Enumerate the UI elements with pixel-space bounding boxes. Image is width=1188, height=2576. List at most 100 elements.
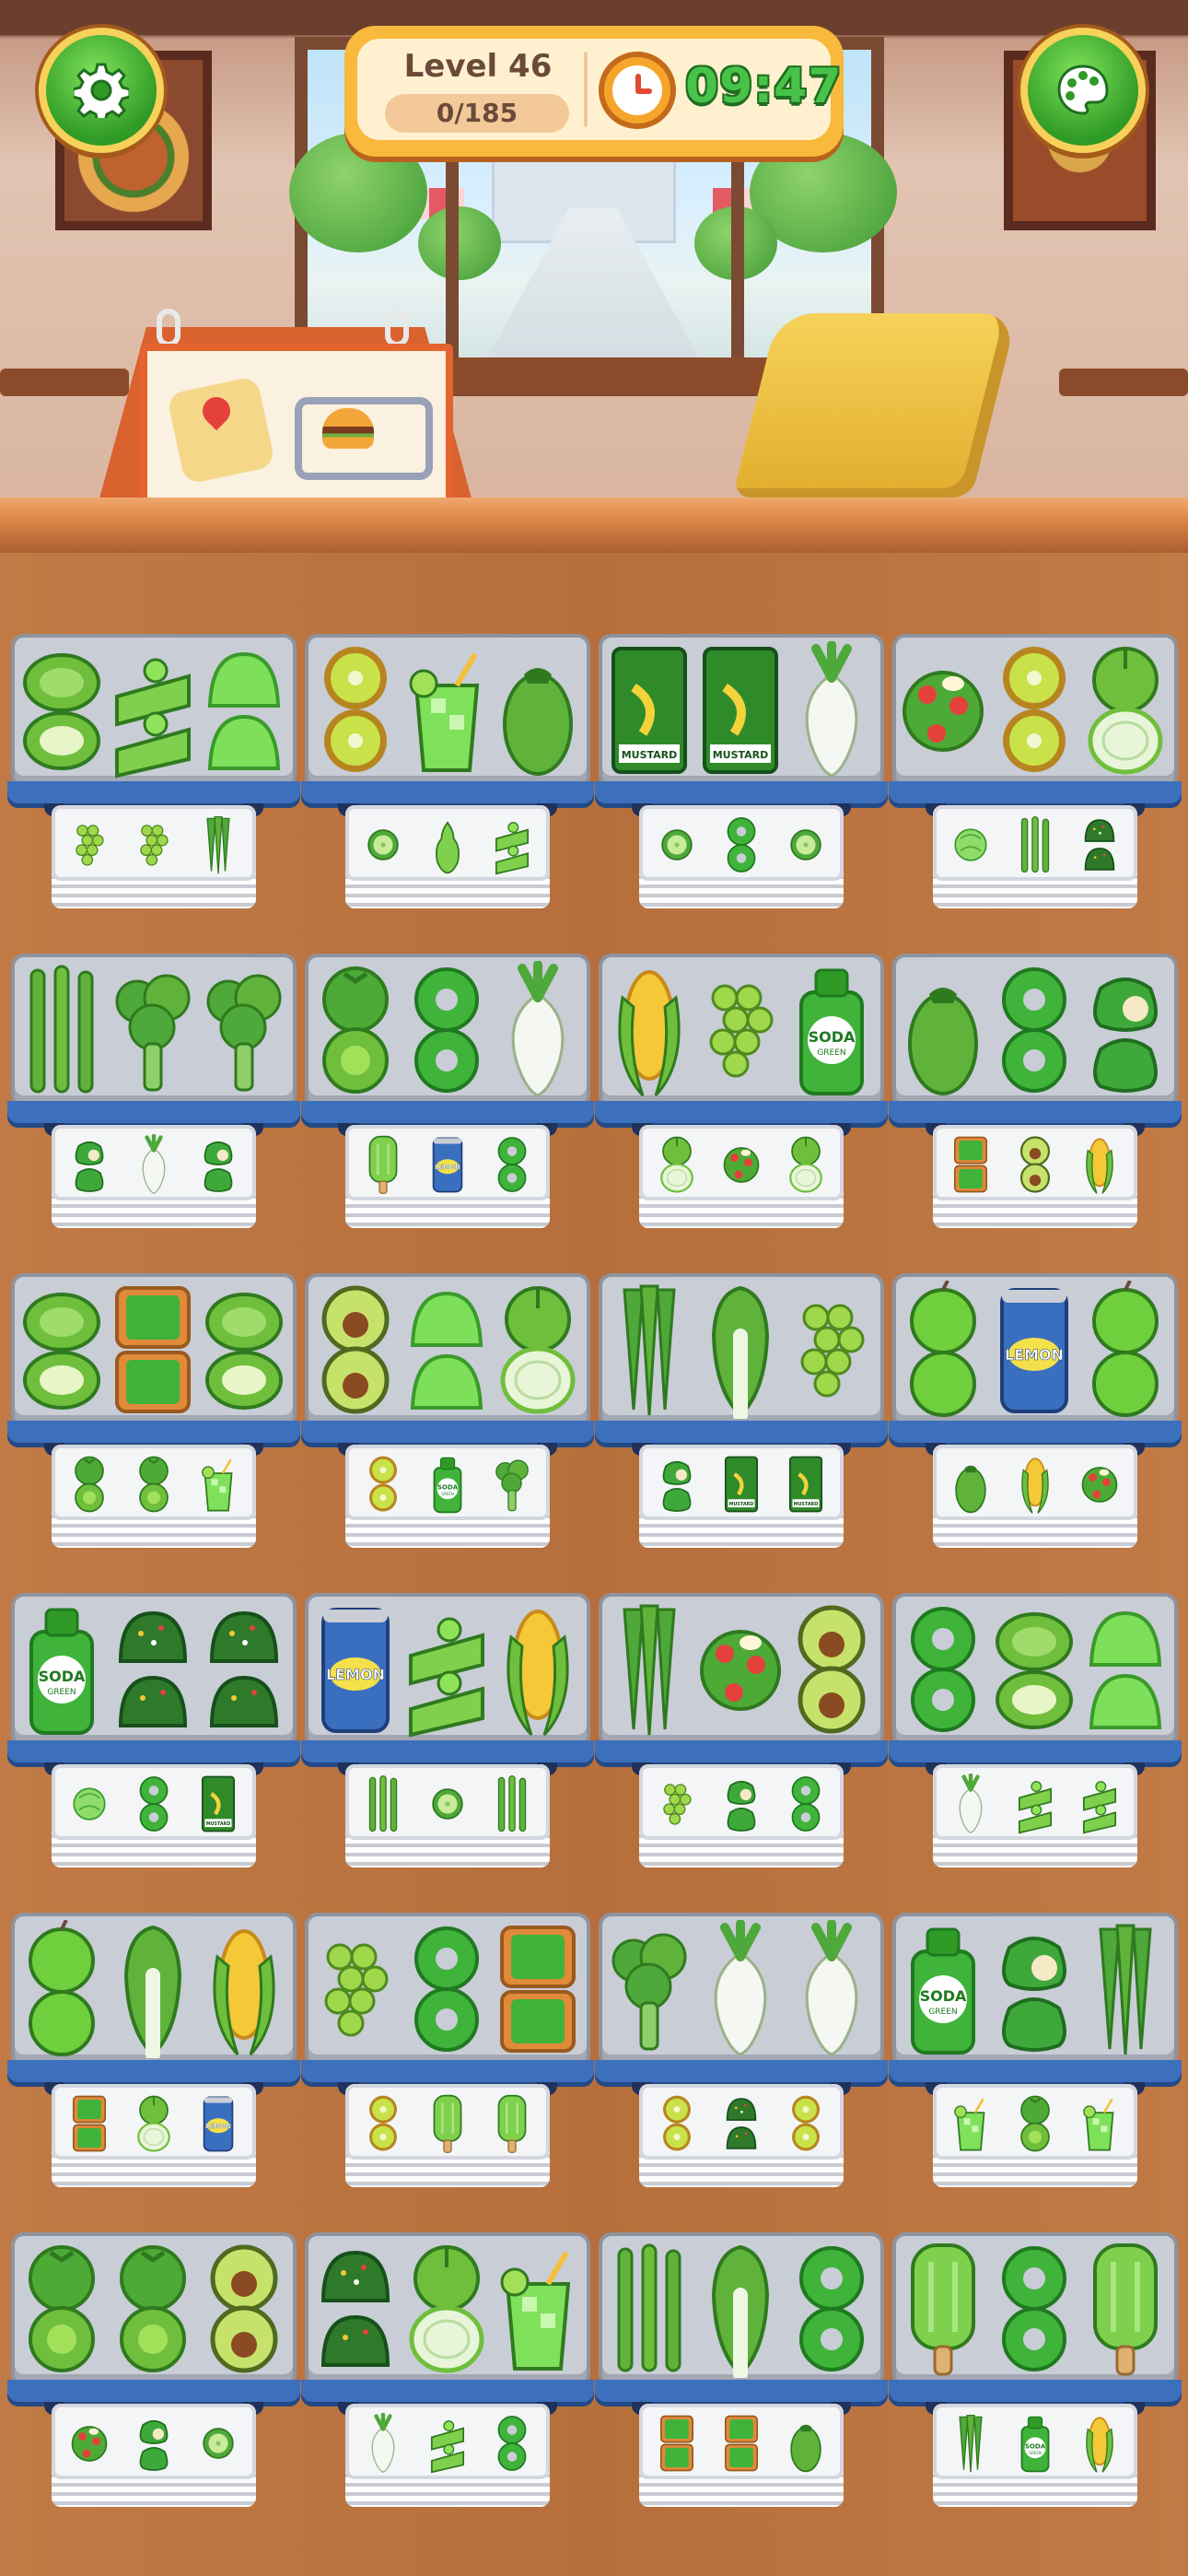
delivery-calendar[interactable] <box>92 309 479 525</box>
shelf-4-4[interactable] <box>889 1593 1182 1921</box>
palette-button[interactable] <box>1020 28 1146 153</box>
item-salad[interactable] <box>697 1600 784 1739</box>
item-grapes[interactable] <box>312 1920 399 2058</box>
item-melon-roll[interactable] <box>18 1281 105 1419</box>
item-broccoli[interactable] <box>201 961 287 1099</box>
item-melon-roll[interactable] <box>18 641 105 779</box>
item-donut[interactable] <box>900 1600 986 1739</box>
shelf-2-1[interactable] <box>7 954 300 1282</box>
shelf-5-3[interactable] <box>595 1913 888 2241</box>
shelf-1-2[interactable] <box>301 634 594 962</box>
shelf-3-1[interactable] <box>7 1273 300 1601</box>
item-grapes[interactable] <box>788 1281 875 1419</box>
item-jelly[interactable] <box>1082 1600 1169 1739</box>
item-corn[interactable] <box>495 1600 581 1739</box>
item-jelly[interactable] <box>403 1281 490 1419</box>
item-tomato[interactable] <box>312 961 399 1099</box>
item-radish[interactable] <box>788 1920 875 2058</box>
shelf-2-4[interactable] <box>889 954 1182 1282</box>
item-bok-choy[interactable] <box>697 1281 784 1419</box>
item-lemon-can[interactable]: LEMON <box>991 1281 1077 1419</box>
item-popsicle[interactable] <box>1082 2240 1169 2378</box>
settings-button[interactable] <box>39 28 164 153</box>
shelf-6-3[interactable] <box>595 2232 888 2560</box>
item-grapes[interactable] <box>697 961 784 1099</box>
item-soda[interactable]: SODA GREEN <box>18 1600 105 1739</box>
item-apple[interactable] <box>900 1281 986 1419</box>
item-radish[interactable] <box>495 961 581 1099</box>
item-matcha-cake[interactable] <box>110 1600 196 1739</box>
shelf-4-3[interactable] <box>595 1593 888 1921</box>
item-broccoli[interactable] <box>606 1920 693 2058</box>
item-kiwi[interactable] <box>991 641 1077 779</box>
item-donut[interactable] <box>991 2240 1077 2378</box>
item-matcha-cake[interactable] <box>201 1600 287 1739</box>
item-apple[interactable] <box>18 1920 105 2058</box>
shelf-2-2[interactable]: LEMON <box>301 954 594 1282</box>
item-soda[interactable]: SODA GREEN <box>788 961 875 1099</box>
item-radish[interactable] <box>788 641 875 779</box>
shelf-6-4[interactable]: SODA GREEN <box>889 2232 1182 2560</box>
item-melon-roll[interactable] <box>201 1281 287 1419</box>
item-avocado[interactable] <box>788 1600 875 1739</box>
item-tomato[interactable] <box>18 2240 105 2378</box>
item-onion[interactable] <box>495 1281 581 1419</box>
item-melon-roll[interactable] <box>991 1600 1077 1739</box>
item-mustard[interactable]: MUSTARD <box>606 641 693 779</box>
item-tomato[interactable] <box>110 2240 196 2378</box>
item-donut[interactable] <box>403 1920 490 2058</box>
item-donut[interactable] <box>991 961 1077 1099</box>
item-jelly[interactable] <box>201 641 287 779</box>
item-broccoli[interactable] <box>110 961 196 1099</box>
shelf-3-2[interactable]: SODA GREEN <box>301 1273 594 1601</box>
item-pepper[interactable] <box>991 1920 1077 2058</box>
shelf-1-1[interactable] <box>7 634 300 962</box>
item-avocado[interactable] <box>312 1281 399 1419</box>
item-eggplant[interactable] <box>495 641 581 779</box>
item-green-juice[interactable] <box>495 2240 581 2378</box>
item-okra[interactable] <box>606 1281 693 1419</box>
item-lemon-can[interactable]: LEMON <box>312 1600 399 1739</box>
shelf-1-3[interactable]: MUSTARD MUSTARD <box>595 634 888 962</box>
item-eggplant[interactable] <box>900 961 986 1099</box>
item-apple[interactable] <box>1082 1281 1169 1419</box>
shelf-5-2[interactable] <box>301 1913 594 2241</box>
item-cake-slice[interactable] <box>110 641 196 779</box>
shelf-1-4[interactable] <box>889 634 1182 962</box>
item-avocado[interactable] <box>201 2240 287 2378</box>
item-asparagus[interactable] <box>606 2240 693 2378</box>
shelf-6-1[interactable] <box>7 2232 300 2560</box>
shelf-6-2[interactable] <box>301 2232 594 2560</box>
item-matcha-cake[interactable] <box>312 2240 399 2378</box>
item-onion[interactable] <box>1082 641 1169 779</box>
item-green-juice[interactable] <box>403 641 490 779</box>
shelf-4-2[interactable]: LEMON <box>301 1593 594 1921</box>
item-mustard[interactable]: MUSTARD <box>697 641 784 779</box>
item-matcha-box[interactable] <box>110 1281 196 1419</box>
shelf-3-4[interactable]: LEMON <box>889 1273 1182 1601</box>
item-popsicle[interactable] <box>900 2240 986 2378</box>
shelf-5-1[interactable]: LEMON <box>7 1913 300 2241</box>
item-radish[interactable] <box>697 1920 784 2058</box>
item-soda[interactable]: SODA GREEN <box>900 1920 986 2058</box>
shelf-5-4[interactable]: SODA GREEN <box>889 1913 1182 2241</box>
item-bok-choy[interactable] <box>697 2240 784 2378</box>
item-bok-choy[interactable] <box>110 1920 196 2058</box>
item-matcha-box[interactable] <box>495 1920 581 2058</box>
item-corn[interactable] <box>606 961 693 1099</box>
item-asparagus[interactable] <box>18 961 105 1099</box>
shelf-4-1[interactable]: SODA GREEN MUSTARD <box>7 1593 300 1921</box>
queued-asparagus <box>1005 814 1066 875</box>
item-okra[interactable] <box>606 1600 693 1739</box>
item-onion[interactable] <box>403 2240 490 2378</box>
shelf-2-3[interactable]: SODA GREEN <box>595 954 888 1282</box>
item-donut[interactable] <box>788 2240 875 2378</box>
item-okra[interactable] <box>1082 1920 1169 2058</box>
item-cake-slice[interactable] <box>403 1600 490 1739</box>
item-salad[interactable] <box>900 641 986 779</box>
item-kiwi[interactable] <box>312 641 399 779</box>
item-pepper[interactable] <box>1082 961 1169 1099</box>
shelf-3-3[interactable]: MUSTARD MUSTARD <box>595 1273 888 1601</box>
item-donut[interactable] <box>403 961 490 1099</box>
item-corn[interactable] <box>201 1920 287 2058</box>
